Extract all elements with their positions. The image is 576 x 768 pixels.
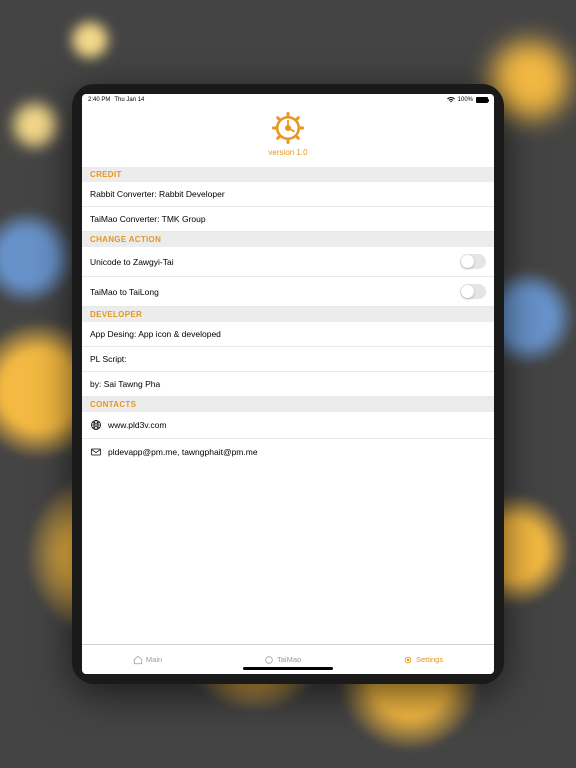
change-action-label-1: TaiMao to TaiLong [90, 287, 159, 297]
developer-text-1: PL Script: [90, 354, 127, 364]
credit-row-1: TaiMao Converter: TMK Group [82, 207, 494, 232]
header: version 1.0 [82, 106, 494, 167]
credit-text-1: TaiMao Converter: TMK Group [90, 214, 206, 224]
globe-icon [90, 419, 102, 431]
settings-content: CREDIT Rabbit Converter: Rabbit Develope… [82, 167, 494, 644]
tab-bar: Main TaiMao Settings [82, 644, 494, 674]
tab-main[interactable]: Main [133, 655, 162, 665]
contacts-website-text: www.pld3v.com [108, 420, 166, 430]
toggle-taimao-tailong[interactable] [460, 284, 486, 299]
section-header-change-action: CHANGE ACTION [82, 232, 494, 247]
credit-row-0: Rabbit Converter: Rabbit Developer [82, 182, 494, 207]
change-action-row-0: Unicode to Zawgyi-Tai [82, 247, 494, 277]
credit-text-0: Rabbit Converter: Rabbit Developer [90, 189, 225, 199]
tablet-device-frame: 2:40 PM Thu Jan 14 100% [72, 84, 504, 684]
section-header-credit: CREDIT [82, 167, 494, 182]
contacts-website-row[interactable]: www.pld3v.com [82, 412, 494, 439]
mail-icon [90, 446, 102, 458]
developer-text-0: App Desing: App icon & developed [90, 329, 221, 339]
section-header-developer: DEVELOPER [82, 307, 494, 322]
circle-icon [264, 655, 274, 665]
toggle-unicode-zawgyi[interactable] [460, 254, 486, 269]
section-header-contacts: CONTACTS [82, 397, 494, 412]
battery-percent: 100% [458, 97, 473, 103]
settings-tab-icon [403, 655, 413, 665]
contacts-email-row[interactable]: pldevapp@pm.me, tawngphait@pm.me [82, 439, 494, 465]
status-date: Thu Jan 14 [114, 97, 144, 103]
screen: 2:40 PM Thu Jan 14 100% [82, 94, 494, 674]
status-time: 2:40 PM [88, 97, 110, 103]
tab-settings-label: Settings [416, 655, 443, 664]
change-action-row-1: TaiMao to TaiLong [82, 277, 494, 307]
gear-icon [270, 110, 306, 146]
tab-taimao-label: TaiMao [277, 655, 301, 664]
contacts-email-text: pldevapp@pm.me, tawngphait@pm.me [108, 447, 258, 457]
change-action-label-0: Unicode to Zawgyi-Tai [90, 257, 174, 267]
developer-row-2: by: Sai Tawng Pha [82, 372, 494, 397]
tab-main-label: Main [146, 655, 162, 664]
home-indicator[interactable] [243, 667, 333, 670]
developer-text-2: by: Sai Tawng Pha [90, 379, 160, 389]
tab-taimao[interactable]: TaiMao [264, 655, 301, 665]
wifi-icon [447, 97, 455, 103]
status-bar: 2:40 PM Thu Jan 14 100% [82, 94, 494, 106]
version-label: version 1.0 [268, 148, 307, 157]
developer-row-1: PL Script: [82, 347, 494, 372]
home-icon [133, 655, 143, 665]
battery-icon [476, 97, 488, 103]
developer-row-0: App Desing: App icon & developed [82, 322, 494, 347]
tab-settings[interactable]: Settings [403, 655, 443, 665]
